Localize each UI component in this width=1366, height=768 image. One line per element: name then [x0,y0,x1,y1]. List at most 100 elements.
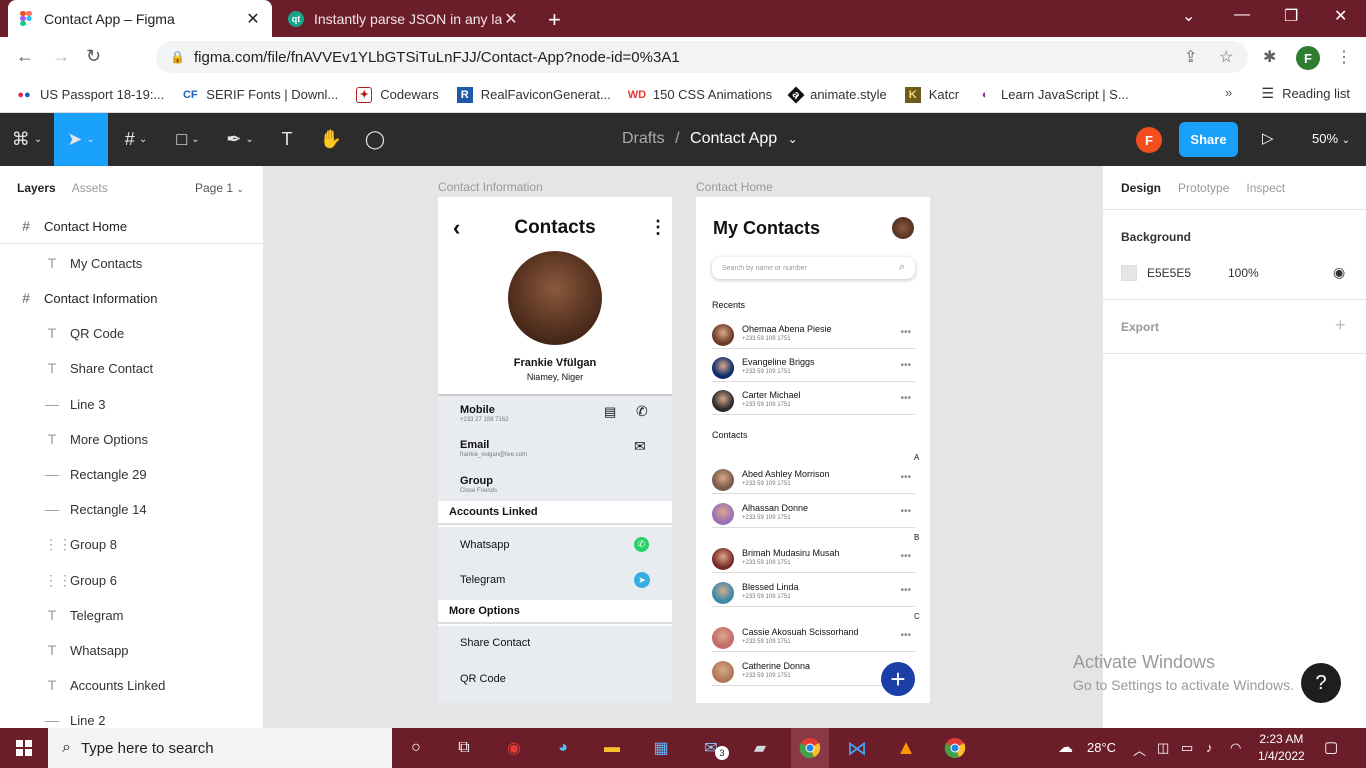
bookmark-us-passport[interactable]: ● ● US Passport 18-19:... [16,87,164,103]
whatsapp-icon[interactable]: ✆ [634,537,649,552]
frame-contact-home[interactable]: My Contacts Search by name or number ⌕ R… [696,197,930,703]
contact-row[interactable]: Ohemaa Abena Piesie +233 59 109 1751 ••• [712,319,915,349]
volume-icon[interactable]: ♪ [1206,740,1213,755]
meet-icon[interactable]: ◫ [1157,740,1169,756]
weather-icon[interactable]: ☁ [1058,738,1073,756]
notes-icon[interactable]: ▰ [746,734,774,762]
layer-item[interactable]: — Rectangle 14 [0,492,264,526]
figma-user-avatar[interactable]: F [1136,127,1162,153]
frame-contact-information[interactable]: ‹ Contacts ⋮ Frankie Vfülgan Niamey, Nig… [438,197,672,703]
whatsapp-label[interactable]: Whatsapp [460,539,510,551]
add-contact-button[interactable]: + [881,662,915,696]
profile-avatar[interactable]: F [1296,46,1320,70]
forward-icon[interactable]: → [52,46,70,67]
mail-icon[interactable]: ✉ [634,438,646,455]
app-icon[interactable]: ◉ [500,734,528,762]
tab-close-icon[interactable]: ✕ [502,9,520,29]
share-button[interactable]: Share [1179,122,1238,157]
telegram-icon[interactable]: ➤ [634,572,650,588]
bookmark-serif-fonts[interactable]: CF SERIF Fonts | Downl... [182,87,338,103]
chrome-icon[interactable] [941,734,969,762]
zoom-dropdown[interactable]: 50% ⌄ [1312,131,1350,146]
tray-chevron-icon[interactable]: ︿ [1133,740,1146,759]
more-options-icon[interactable]: ••• [900,630,911,641]
share-page-icon[interactable]: ⇪ [1184,47,1197,67]
present-play-icon[interactable]: ▷ [1262,129,1274,147]
hand-tool-icon[interactable]: ✋ [312,113,350,166]
page-selector[interactable]: Page 1 ⌄ [195,181,244,195]
frame-tool-icon[interactable]: # ⌄ [112,113,160,166]
edge-icon[interactable]: ◕ [549,734,577,762]
wifi-icon[interactable]: ◠ [1230,740,1241,756]
windows-start-icon[interactable] [0,728,48,768]
tab-layers[interactable]: Layers [17,181,56,195]
minimize-icon[interactable]: — [1234,6,1250,24]
layer-item[interactable]: ⋮⋮ Group 8 [0,527,264,561]
contact-row[interactable]: Carter Michael +233 59 109 1751 ••• [712,385,915,415]
layer-item[interactable]: T Whatsapp [0,633,264,667]
bookmark-katcr[interactable]: K Katcr [904,86,959,103]
more-vertical-icon[interactable]: ⋮ [649,217,667,238]
rectangle-tool-icon[interactable]: □ ⌄ [164,113,212,166]
system-clock[interactable]: 2:23 AM 1/4/2022 [1258,731,1305,765]
cortana-icon[interactable]: ○ [402,734,430,762]
background-color-swatch[interactable] [1121,265,1137,281]
add-export-icon[interactable]: + [1335,315,1346,336]
bookmark-css-animations[interactable]: WD 150 CSS Animations [628,87,772,103]
layer-item[interactable]: T QR Code [0,316,264,350]
temperature[interactable]: 28°C [1087,740,1116,755]
vlc-icon[interactable]: ▲ [892,734,920,762]
store-icon[interactable]: ▦ [647,734,675,762]
figma-canvas[interactable]: Contact Information ‹ Contacts ⋮ Frankie… [264,166,1102,728]
more-options-icon[interactable]: ••• [900,393,911,404]
more-options-icon[interactable]: ••• [900,551,911,562]
frame-label-contact-information[interactable]: Contact Information [438,180,543,194]
mail-icon[interactable]: ✉ 3 [697,734,729,762]
file-explorer-icon[interactable]: ▬ [598,734,626,762]
tab-quicktype[interactable]: qt Instantly parse JSON in any langu ✕ [278,0,530,37]
layer-item[interactable]: — Rectangle 29 [0,457,264,491]
contact-row[interactable]: Cassie Akosuah Scissorhand +233 59 109 17… [712,622,915,652]
telegram-label[interactable]: Telegram [460,574,505,586]
restore-icon[interactable]: ❐ [1284,6,1298,26]
pen-tool-icon[interactable]: ✒ ⌄ [216,113,264,166]
tab-prototype[interactable]: Prototype [1178,181,1229,195]
tab-search-chevron-icon[interactable]: ⌄ [1182,6,1195,26]
reload-icon[interactable]: ↻ [86,46,101,67]
layer-item[interactable]: # Contact Home [0,209,264,243]
battery-icon[interactable]: ▭ [1181,740,1193,756]
task-view-icon[interactable]: ⧉ [450,734,478,762]
tab-inspect[interactable]: Inspect [1246,181,1285,195]
main-menu-icon[interactable]: ⌘ ⌄ [0,113,54,166]
contact-row[interactable]: Blessed Linda +233 59 109 1751 ••• [712,577,915,607]
url-field[interactable]: 🔒 figma.com/file/fnAVVEv1YLbGTSiTuLnFJJ/… [156,41,1248,73]
more-options-icon[interactable]: ••• [900,360,911,371]
more-bookmarks-icon[interactable]: » [1225,85,1232,100]
comment-tool-icon[interactable]: ◯ [356,113,394,166]
chrome-icon[interactable] [791,728,829,768]
user-avatar[interactable] [892,217,914,239]
breadcrumb-drafts[interactable]: Drafts [622,130,665,147]
message-icon[interactable]: ▤ [604,404,616,420]
vscode-icon[interactable]: ⋈ [843,734,871,762]
layer-item[interactable]: T More Options [0,422,264,456]
tab-assets[interactable]: Assets [72,181,108,195]
layer-item[interactable]: T Accounts Linked [0,668,264,702]
contact-row[interactable]: Alhassan Donne +233 59 109 1751 ••• [712,498,915,528]
share-contact-label[interactable]: Share Contact [460,637,530,649]
file-menu-chevron-icon[interactable]: ⌄ [788,132,798,146]
bookmark-realfavicon[interactable]: R RealFaviconGenerat... [456,86,611,103]
text-tool-icon[interactable]: T [268,113,306,166]
tab-figma[interactable]: Contact App – Figma ✕ [8,0,272,37]
layer-item[interactable]: T Share Contact [0,351,264,385]
bookmark-learn-js[interactable]: ◐ Learn JavaScript | S... [977,87,1129,103]
bookmark-star-icon[interactable]: ☆ [1219,47,1233,67]
extensions-icon[interactable]: ✱ [1263,47,1276,67]
more-options-icon[interactable]: ••• [900,327,911,338]
tab-design[interactable]: Design [1121,181,1161,195]
more-options-icon[interactable]: ••• [900,472,911,483]
new-tab-button[interactable]: + [548,7,561,33]
frame-label-contact-home[interactable]: Contact Home [696,180,773,194]
bookmark-animate-style[interactable]: a animate.style [787,86,887,103]
menu-kebab-icon[interactable]: ⋮ [1336,47,1352,67]
